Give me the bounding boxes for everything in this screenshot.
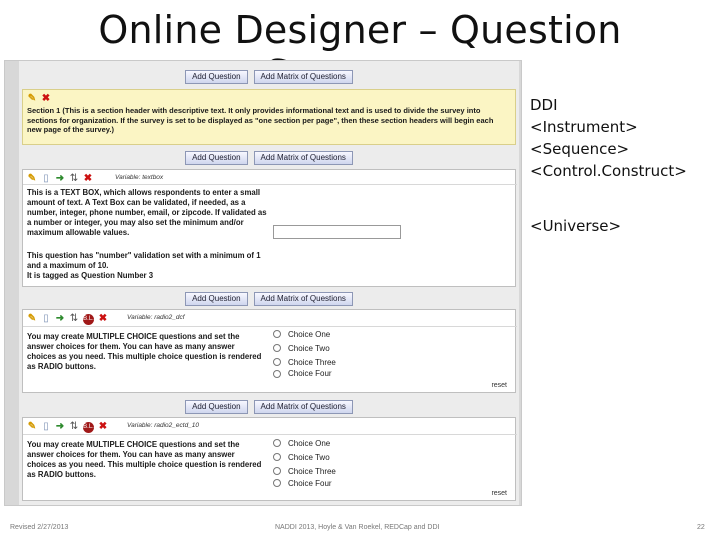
branching-icon[interactable]: ⇅: [69, 174, 79, 184]
online-designer-screenshot: Add Question Add Matrix of Questions ✎ ✖…: [4, 60, 522, 506]
page-number: 22: [697, 524, 705, 531]
choice-label: Choice Two: [288, 343, 330, 353]
ddi-mapping: DDI <Instrument> <Sequence> <Control.Con…: [530, 94, 687, 182]
choice-label: Choice One: [288, 329, 331, 339]
slide: Online Designer – Question Sequence Add …: [0, 0, 720, 540]
radio-option[interactable]: Choice Four: [273, 369, 336, 378]
variable-name: Variable: radio2_dcf: [127, 314, 185, 321]
pencil-icon[interactable]: ✎: [27, 422, 37, 432]
radio-button[interactable]: [273, 369, 281, 378]
choice-label: Choice Three: [288, 357, 336, 367]
move-icon[interactable]: ➜: [55, 422, 65, 432]
choice-label: Choice Four: [288, 478, 332, 488]
radio-option[interactable]: Choice One: [273, 436, 336, 450]
ddi-universe: <Universe>: [530, 217, 622, 235]
add-matrix-button[interactable]: Add Matrix of Questions: [253, 70, 353, 84]
textbox-input[interactable]: [273, 225, 401, 239]
radio-question-text: You may create MULTIPLE CHOICE questions…: [27, 440, 262, 479]
move-icon[interactable]: ➜: [55, 174, 65, 184]
ddi-line: <Control.Construct>: [530, 162, 687, 180]
reset-link[interactable]: reset: [491, 490, 507, 497]
radio-option[interactable]: Choice One: [273, 327, 336, 341]
field-toolbar: ✎ ▯ ➜ ⇅ B.L. ✖: [27, 421, 108, 433]
variable-name: Variable: textbox: [115, 174, 164, 181]
delete-icon[interactable]: ✖: [41, 94, 51, 104]
radio-option[interactable]: Choice Three: [273, 464, 336, 478]
footer-citation: NADDI 2013, Hoyle & Van Roekel, REDCap a…: [275, 524, 440, 531]
branching-icon[interactable]: ⇅: [69, 422, 79, 432]
choice-label: Choice Three: [288, 466, 336, 476]
radio-button[interactable]: [273, 453, 281, 461]
branching-logic-badge[interactable]: B.L.: [83, 313, 94, 325]
add-question-button[interactable]: Add Question: [185, 400, 248, 414]
radio-field-block[interactable]: ✎ ▯ ➜ ⇅ B.L. ✖ Variable: radio2_dcf You …: [22, 309, 517, 393]
radio-button[interactable]: [273, 358, 281, 366]
add-buttons-row: Add Question Add Matrix of Questions: [19, 67, 519, 87]
question-number-note: It is tagged as Question Number 3: [27, 271, 154, 280]
delete-icon[interactable]: ✖: [98, 314, 108, 324]
section-header-text: Section 1 (This is a section header with…: [27, 106, 494, 134]
delete-icon[interactable]: ✖: [98, 422, 108, 432]
branching-icon[interactable]: ⇅: [69, 314, 79, 324]
radio-field-block[interactable]: ✎ ▯ ➜ ⇅ B.L. ✖ Variable: radio2_ectd_10 …: [22, 417, 517, 501]
choice-label: Choice Two: [288, 452, 330, 462]
copy-icon[interactable]: ▯: [41, 422, 51, 432]
choice-label: Choice Four: [288, 369, 332, 378]
radio-option[interactable]: Choice Two: [273, 341, 336, 355]
section-header-block[interactable]: ✎ ✖ Section 1 (This is a section header …: [22, 89, 516, 145]
add-question-button[interactable]: Add Question: [185, 70, 248, 84]
add-matrix-button[interactable]: Add Matrix of Questions: [253, 151, 353, 165]
section-toolbar: ✎ ✖: [27, 93, 51, 105]
divider: [23, 184, 517, 185]
copy-icon[interactable]: ▯: [41, 174, 51, 184]
textbox-question-text: This is a TEXT BOX, which allows respond…: [27, 188, 267, 237]
delete-icon[interactable]: ✖: [83, 174, 93, 184]
designer-canvas: Add Question Add Matrix of Questions ✎ ✖…: [19, 61, 519, 505]
add-buttons-row: Add Question Add Matrix of Questions: [19, 289, 519, 309]
radio-button[interactable]: [273, 344, 281, 352]
ddi-line: <Instrument>: [530, 118, 638, 136]
add-question-button[interactable]: Add Question: [185, 292, 248, 306]
reset-link[interactable]: reset: [491, 382, 507, 389]
branching-logic-badge[interactable]: B.L.: [83, 421, 94, 433]
variable-name: Variable: radio2_ectd_10: [127, 422, 200, 429]
add-question-button[interactable]: Add Question: [185, 151, 248, 165]
divider: [23, 326, 517, 327]
pencil-icon[interactable]: ✎: [27, 94, 37, 104]
add-matrix-button[interactable]: Add Matrix of Questions: [253, 400, 353, 414]
footer-date: Revised 2/27/2013: [10, 524, 69, 531]
move-icon[interactable]: ➜: [55, 314, 65, 324]
radio-option[interactable]: Choice Three: [273, 355, 336, 369]
ddi-line: <Sequence>: [530, 140, 630, 158]
radio-choices: Choice One Choice Two Choice Three Choic…: [273, 436, 336, 488]
pencil-icon[interactable]: ✎: [27, 174, 37, 184]
ddi-line: DDI: [530, 96, 558, 114]
radio-option[interactable]: Choice Two: [273, 450, 336, 464]
radio-button[interactable]: [273, 479, 281, 487]
validation-note: This question has "number" validation se…: [27, 251, 261, 270]
radio-button[interactable]: [273, 439, 281, 447]
divider: [23, 434, 517, 435]
textbox-field-block[interactable]: ✎ ▯ ➜ ⇅ ✖ Variable: textbox This is a TE…: [22, 169, 517, 287]
choice-label: Choice One: [288, 438, 331, 448]
add-buttons-row: Add Question Add Matrix of Questions: [19, 397, 519, 417]
radio-option[interactable]: Choice Four: [273, 478, 336, 488]
add-buttons-row: Add Question Add Matrix of Questions: [19, 148, 519, 168]
pencil-icon[interactable]: ✎: [27, 314, 37, 324]
add-matrix-button[interactable]: Add Matrix of Questions: [253, 292, 353, 306]
copy-icon[interactable]: ▯: [41, 314, 51, 324]
radio-choices: Choice One Choice Two Choice Three Choic…: [273, 327, 336, 378]
radio-button[interactable]: [273, 467, 281, 475]
radio-question-text: You may create MULTIPLE CHOICE questions…: [27, 332, 262, 371]
field-toolbar: ✎ ▯ ➜ ⇅ B.L. ✖: [27, 313, 108, 325]
radio-button[interactable]: [273, 330, 281, 338]
